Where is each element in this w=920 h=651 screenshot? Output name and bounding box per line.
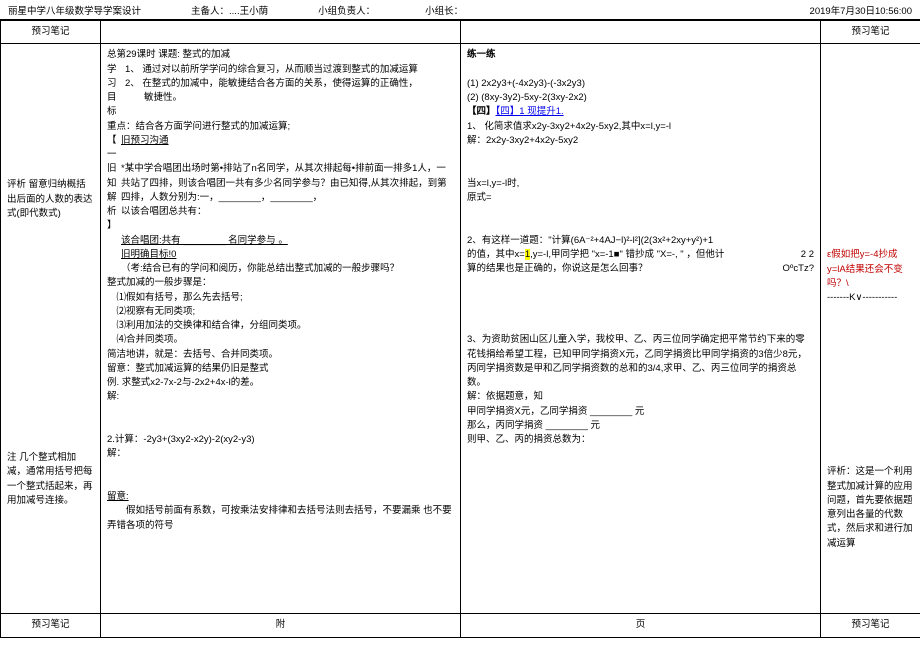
practice-1: (1) 2x2y3+(-4x2y3)-(-3x2y3) [467,77,814,91]
main-right-content: 练一练 (1) 2x2y3+(-4x2y3)-(-3x2y3) (2) (8xy… [461,44,821,614]
step-2: ⑵视察有无同类项; [107,305,454,319]
section-4-title: 【四】【四】1 现提升1. [467,105,814,119]
footer-note-left: 预习笔记 [1,614,101,637]
host-label: 主备人：....王小荫 [191,3,268,17]
bracket-note: 注 几个整式相加减，通常用括号把每一个整式括起来，再用加减号连接。 [7,451,94,508]
right-notes-column: ε假如把y=-4抄成y=lA结果还会不变吗？\ -------K∨-------… [821,44,920,614]
footer-mid-2: 页 [461,614,821,637]
q3-line2: 那么，丙同学捐资 ________ 元 [467,419,814,433]
dash-line: -------K∨----------- [827,291,914,305]
think-prompt: （考:结合已有的学问和阅历，你能总结出整式加减的一般步骤吗？ [121,262,454,276]
red-note: ε假如把y=-4抄成y=lA结果还会不变吗？\ [827,248,914,291]
notes-header-right: 预习笔记 [821,21,920,44]
worksheet-table: 预习笔记 预习笔记 评析 留意归纳概括出后面的人数的表达式(即代数式) 注 几个… [0,20,920,638]
goal-2: 2、 在整式的加减中，能敏捷结合各方面的关系，使得运算的正确性， [125,77,454,91]
main-left-content: 总第29课时 课题: 整式的加减 学习目标 1、 通过对以前所学学问的综合复习，… [101,44,461,614]
q3-line3: 则甲、乙、丙的捐资总数为： [467,433,814,447]
step-3: ⑶利用加法的交换律和结合律，分组同类项。 [107,319,454,333]
footer-note-right: 预习笔记 [821,614,920,637]
section-bracket: 【 一 旧 知 解 析 】 [107,134,121,277]
preview-title: 旧预习沟通 [121,135,169,146]
analysis-note-1: 评析 留意归纳概括出后面的人数的表达式(即代数式) [7,178,94,221]
choir-problem-2: 以该合唱团总共有： [121,205,454,219]
q3-line1: 甲同学捐资X元，乙同学捐资 ________ 元 [467,405,814,419]
practice-title: 练一练 [467,48,814,62]
step-4: ⑷合并同类项。 [107,333,454,347]
timestamp: 2019年7月30日10:56:00 [810,3,912,17]
step-1: ⑴假如有括号，那么先去括号; [107,291,454,305]
goal-1: 1、 通过对以前所学学问的综合复习，从而顺当过渡到整式的加减运算 [125,63,454,77]
q3-text: 3、为资助贫困山区儿童入学，我校甲、乙、丙三位同学确定把平常节约下来的零花钱捐给… [467,333,814,390]
school-title: 丽星中学八年级数学导学案设计 [8,3,141,17]
q1-sol: 解：2x2y-3xy2+4x2y-5xy2 [467,134,814,148]
group-leader: 小组负责人： [318,3,375,17]
steps-title: 整式加减的一般步骤是： [107,276,454,290]
example-1: 例. 求整式x2-7x-2与-2x2+4x-l的差。 [107,376,454,390]
steps-summary-2: 留意：整式加减运算的结果仍旧是整式 [107,362,454,376]
example-1-sol: 解: [107,390,454,404]
note-end-label: 留意: [107,491,129,502]
orig-expr: 原式= [467,191,814,205]
example-2: 2.计算：-2y3+(3xy2-x2y)-2(xy2-y3) [107,433,454,447]
page-header: 丽星中学八年级数学导学案设计 主备人：....王小荫 小组负责人： 小组长： 2… [0,0,920,20]
analysis-note-2: 评析：这是一个利用整式加减计算的应用问题，首先要依据题意列出各量的代数式，然后求… [827,465,914,551]
example-2-sol: 解： [107,447,454,461]
q2-line3: 算的结果也是正确的，你说这是怎么回事？ OºcTz? [467,262,814,276]
notes-header-left: 预习笔记 [1,21,101,44]
goals-label: 学习目标 [107,63,121,120]
keypoint: 重点：结合各方面学问进行整式的加减运算; [107,120,454,134]
clarify-goal: 旧明确目标!0 [121,249,176,260]
choir-problem-1: *某中学合唱团出场时第•排站了n名同学，从其次排起每•排前面一排多1人，一共站了… [121,162,454,205]
q2-line2: 的值，其中x=1,y=-l,甲同学把 "x=-1■" 错抄成 "X=-, " ，… [467,248,814,262]
q1: 1、 化简求值求x2y-3xy2+4x2y-5xy2,其中x=l,y=-l [467,120,814,134]
group-head: 小组长： [425,3,463,17]
left-notes-column: 评析 留意归纳概括出后面的人数的表达式(即代数式) 注 几个整式相加减，通常用括… [1,44,101,614]
goal-3: 敏捷性。 [125,91,454,105]
note-end: 假如括号前面有系数，可按乘法安排律和去括号法则去括号，不要漏乘 也不要弄错各项的… [107,504,454,533]
lesson-topline: 总第29课时 课题: 整式的加减 [107,48,454,62]
when-xy: 当x=l,y=-l时, [467,177,814,191]
q3-sol-label: 解：依据题意，知 [467,390,814,404]
q2: 2、有这样一道题："计算(6A⁻²+4AJ−l)²-l²](2(3x²+2xy+… [467,234,814,248]
footer-mid-1: 附 [101,614,461,637]
practice-2: (2) (8xy-3y2)-5xy-2(3xy-2x2) [467,91,814,105]
steps-summary-1: 简洁地讲，就是：去括号、合并同类项。 [107,348,454,362]
choir-problem-3: 该合唱团:共有 ________ 名同学参与 。 [121,234,454,248]
